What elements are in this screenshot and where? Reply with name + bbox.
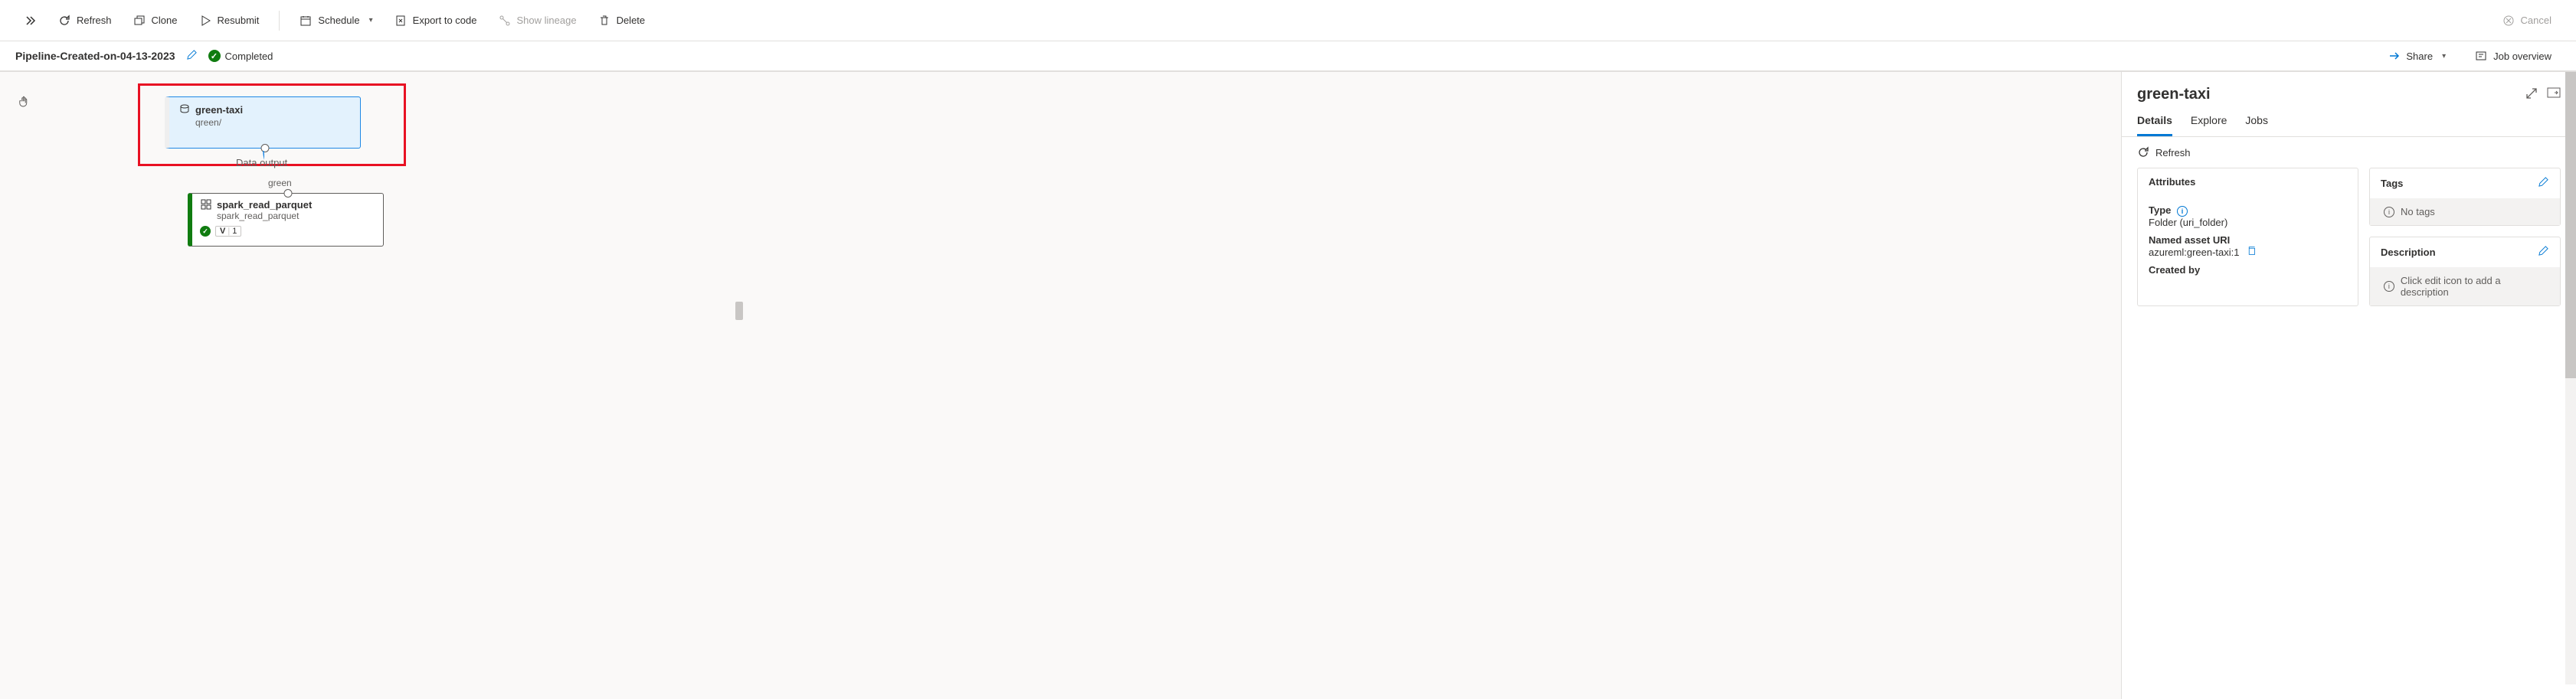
pan-tool-button[interactable] — [17, 95, 31, 113]
info-icon: i — [2384, 207, 2394, 217]
schedule-button[interactable]: Schedule ▾ — [290, 10, 381, 31]
tags-heading: Tags — [2381, 178, 2403, 189]
export-label: Export to code — [413, 15, 477, 26]
component-icon — [200, 198, 212, 211]
no-tags-text: No tags — [2401, 206, 2435, 217]
info-icon[interactable]: i — [2177, 206, 2188, 217]
refresh-icon — [58, 15, 70, 27]
lineage-icon — [499, 15, 511, 27]
version-badge: V | 1 — [215, 226, 241, 237]
cancel-button: Cancel — [2493, 10, 2561, 31]
node2-title-text: spark_read_parquet — [217, 199, 312, 211]
status-text: Completed — [225, 51, 273, 62]
edit-tags-button[interactable] — [2538, 176, 2549, 191]
refresh-label: Refresh — [77, 15, 112, 26]
overview-button[interactable]: Job overview — [2466, 45, 2561, 67]
divider — [279, 11, 280, 31]
attributes-card: Attributes Type i Folder (uri_folder) Na… — [2137, 168, 2358, 306]
attributes-heading: Attributes — [2149, 176, 2195, 188]
edge-label: green — [268, 178, 292, 188]
node1-subtitle: qreen/ — [195, 117, 351, 128]
lineage-label: Show lineage — [517, 15, 577, 26]
play-icon — [199, 15, 211, 27]
status-badge: ✓ Completed — [208, 50, 273, 62]
check-icon: ✓ — [208, 50, 221, 62]
share-label: Share — [2406, 51, 2433, 62]
type-label: Type — [2149, 204, 2171, 216]
description-heading: Description — [2381, 247, 2436, 258]
panel-refresh-button[interactable]: Refresh — [2122, 137, 2576, 168]
popout-button[interactable] — [2547, 87, 2561, 102]
main-area: green-taxi qreen/ Data output green spar… — [0, 72, 2576, 699]
refresh-button[interactable]: Refresh — [49, 10, 121, 31]
node-green-taxi[interactable]: green-taxi qreen/ — [165, 96, 361, 149]
overview-icon — [2475, 50, 2487, 62]
panel-refresh-label: Refresh — [2155, 147, 2191, 158]
node1-title-text: green-taxi — [195, 104, 243, 116]
pipeline-name: Pipeline-Created-on-04-13-2023 — [15, 50, 175, 62]
top-toolbar: Refresh Clone Resubmit Schedule ▾ Export… — [0, 0, 2576, 41]
chevron-double-icon — [25, 15, 37, 27]
resubmit-label: Resubmit — [218, 15, 260, 26]
overview-label: Job overview — [2493, 51, 2551, 62]
copy-button[interactable] — [2247, 247, 2257, 258]
canvas[interactable]: green-taxi qreen/ Data output green spar… — [0, 72, 2121, 699]
tab-jobs[interactable]: Jobs — [2245, 114, 2268, 136]
panel-title: green-taxi — [2137, 86, 2211, 103]
node2-subtitle: spark_read_parquet — [217, 211, 375, 221]
description-card: Description i Click edit icon to add a d… — [2369, 237, 2561, 306]
canvas-scrollbar[interactable] — [735, 302, 743, 320]
input-port[interactable] — [283, 189, 292, 198]
chevron-down-icon: ▾ — [369, 16, 373, 24]
calendar-icon — [299, 15, 312, 27]
dataset-icon — [178, 103, 191, 116]
check-icon: ✓ — [200, 226, 211, 237]
cancel-label: Cancel — [2521, 15, 2551, 26]
expand-panel-button[interactable] — [2525, 87, 2538, 102]
tab-details[interactable]: Details — [2137, 114, 2172, 136]
export-icon — [394, 15, 407, 27]
uri-label: Named asset URI — [2149, 234, 2347, 246]
port-label: Data output — [236, 157, 287, 168]
lineage-button: Show lineage — [489, 10, 586, 31]
share-button[interactable]: Share ▾ — [2378, 45, 2455, 67]
delete-button[interactable]: Delete — [589, 10, 655, 31]
edit-name-button[interactable] — [186, 49, 198, 63]
export-button[interactable]: Export to code — [385, 10, 486, 31]
schedule-label: Schedule — [318, 15, 359, 26]
refresh-icon — [2137, 146, 2149, 158]
info-icon: i — [2384, 281, 2394, 292]
tags-card: Tags i No tags — [2369, 168, 2561, 226]
resubmit-button[interactable]: Resubmit — [190, 10, 269, 31]
clone-label: Clone — [152, 15, 178, 26]
expand-button[interactable] — [15, 10, 46, 31]
delete-label: Delete — [617, 15, 646, 26]
trash-icon — [598, 15, 610, 27]
output-port[interactable] — [260, 144, 269, 152]
details-panel: green-taxi Details Explore Jobs Refresh — [2121, 72, 2576, 699]
cancel-icon — [2502, 15, 2515, 27]
tab-explore[interactable]: Explore — [2191, 114, 2227, 136]
share-icon — [2388, 50, 2400, 62]
uri-value: azureml:green-taxi:1 — [2149, 247, 2240, 258]
panel-tabs: Details Explore Jobs — [2122, 103, 2576, 137]
clone-button[interactable]: Clone — [124, 10, 187, 31]
pipeline-header: Pipeline-Created-on-04-13-2023 ✓ Complet… — [0, 41, 2576, 72]
created-by-label: Created by — [2149, 264, 2347, 276]
chevron-down-icon: ▾ — [2442, 52, 2446, 60]
page-scrollbar-track[interactable] — [2565, 72, 2576, 684]
page-scrollbar-thumb[interactable] — [2565, 72, 2576, 378]
node-spark-read-parquet[interactable]: spark_read_parquet spark_read_parquet ✓ … — [188, 193, 384, 247]
no-description-text: Click edit icon to add a description — [2401, 275, 2549, 298]
type-value: Folder (uri_folder) — [2149, 217, 2347, 228]
edge — [263, 151, 264, 197]
clone-icon — [133, 15, 146, 27]
edit-description-button[interactable] — [2538, 245, 2549, 260]
